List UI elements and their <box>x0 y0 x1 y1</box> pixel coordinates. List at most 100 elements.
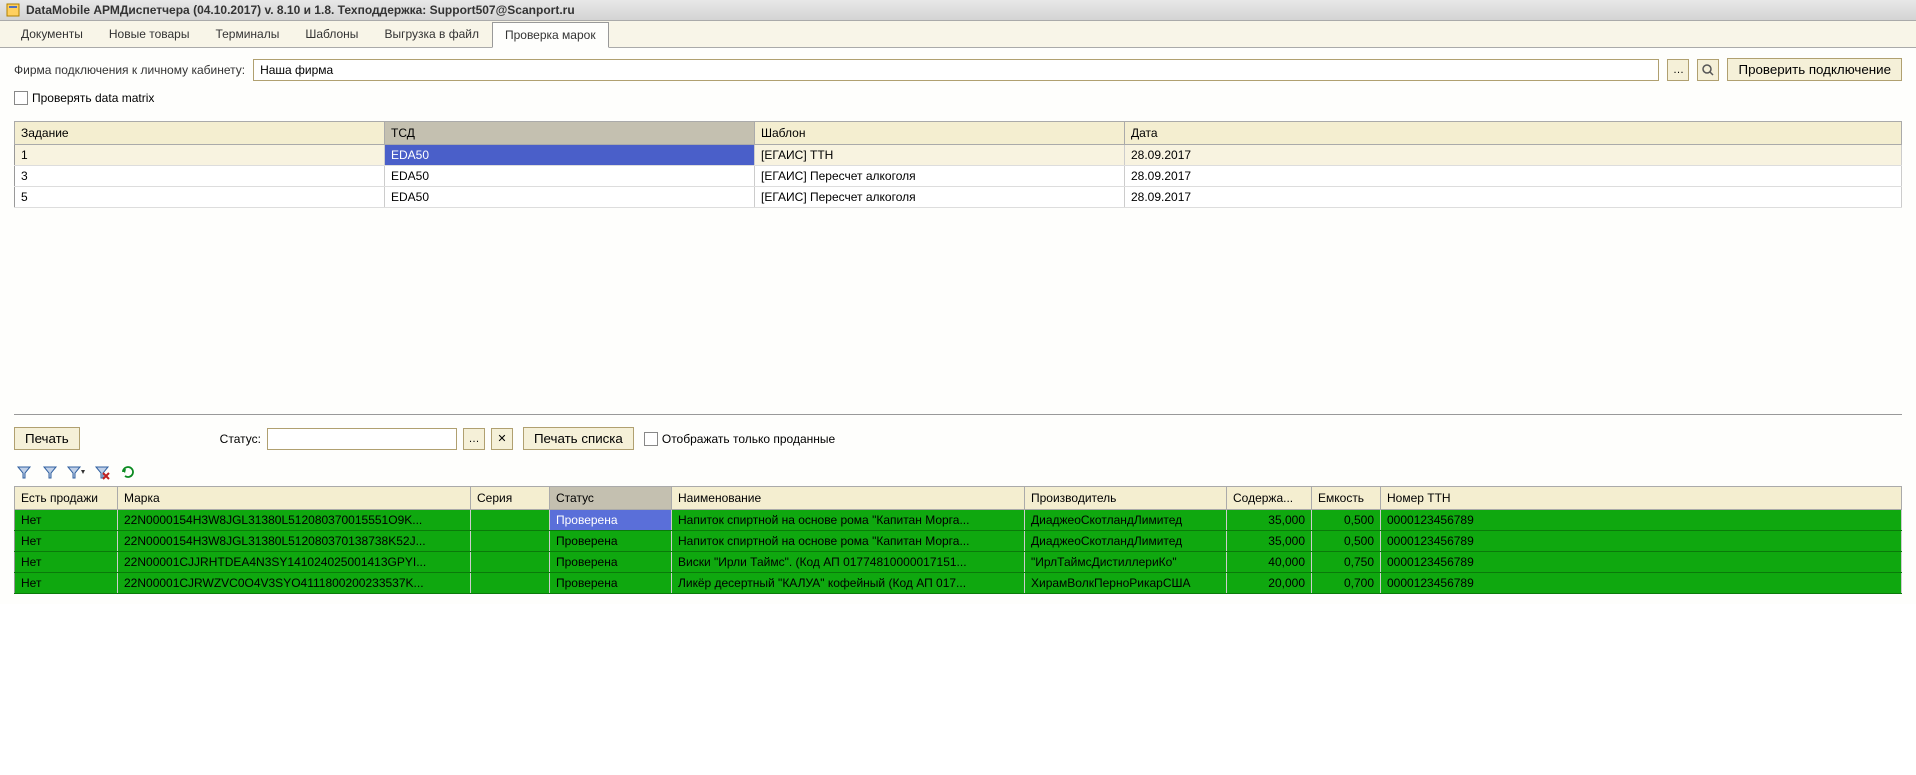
cell-capacity: 0,700 <box>1312 573 1381 594</box>
print-button[interactable]: Печать <box>14 427 80 450</box>
cell-task: 1 <box>15 145 385 166</box>
cell-series <box>471 510 550 531</box>
cell-mark: 22N00001CJRWZVC0O4V3SYO4111800200233537K… <box>118 573 471 594</box>
cell-date: 28.09.2017 <box>1125 166 1902 187</box>
col-header-series[interactable]: Серия <box>471 487 550 510</box>
cell-sold: Нет <box>15 552 118 573</box>
window-title: DataMobile АРМДиспетчера (04.10.2017) v.… <box>26 3 575 17</box>
cell-sold: Нет <box>15 510 118 531</box>
cell-tsd: EDA50 <box>385 166 755 187</box>
check-connection-button[interactable]: Проверить подключение <box>1727 58 1902 81</box>
cell-ttn: 0000123456789 <box>1381 510 1902 531</box>
firm-label: Фирма подключения к личному кабинету: <box>14 63 245 77</box>
cell-task: 5 <box>15 187 385 208</box>
cell-sold: Нет <box>15 573 118 594</box>
table-row[interactable]: 3 EDA50 [ЕГАИС] Пересчет алкоголя 28.09.… <box>15 166 1902 187</box>
col-header-ttn[interactable]: Номер ТТН <box>1381 487 1902 510</box>
cell-series <box>471 531 550 552</box>
table-header-row: Есть продажи Марка Серия Статус Наименов… <box>15 487 1902 510</box>
tab-documents[interactable]: Документы <box>8 21 96 47</box>
cell-series <box>471 552 550 573</box>
cell-producer: ДиаджеоСкотландЛимитед <box>1025 510 1227 531</box>
filter-icon[interactable] <box>40 462 60 482</box>
tab-bar: Документы Новые товары Терминалы Шаблоны… <box>0 21 1916 48</box>
cell-name: Виски "Ирли Таймс". (Код АП 017748100000… <box>672 552 1025 573</box>
firm-select-button[interactable]: … <box>1667 59 1689 81</box>
tasks-table-wrap: Задание ТСД Шаблон Дата 1 EDA50 [ЕГАИС] … <box>14 115 1902 415</box>
col-header-date[interactable]: Дата <box>1125 122 1902 145</box>
show-sold-label: Отображать только проданные <box>662 432 835 446</box>
tab-new-goods[interactable]: Новые товары <box>96 21 203 47</box>
table-row[interactable]: Нет 22N0000154H3W8JGL31380L5120803700155… <box>15 510 1902 531</box>
status-field: Статус: … ✕ <box>220 428 513 450</box>
status-clear-button[interactable]: ✕ <box>491 428 513 450</box>
firm-row: Фирма подключения к личному кабинету: … … <box>14 58 1902 81</box>
check-dm-row: Проверять data matrix <box>14 91 1902 105</box>
col-header-template[interactable]: Шаблон <box>755 122 1125 145</box>
table-row[interactable]: Нет 22N00001CJRWZVC0O4V3SYO4111800200233… <box>15 573 1902 594</box>
filter-clear-icon[interactable] <box>92 462 112 482</box>
cell-template: [ЕГАИС] Пересчет алкоголя <box>755 166 1125 187</box>
col-header-status[interactable]: Статус <box>550 487 672 510</box>
cell-capacity: 0,750 <box>1312 552 1381 573</box>
checkbox-icon <box>644 432 658 446</box>
cell-task: 3 <box>15 166 385 187</box>
status-input[interactable] <box>267 428 457 450</box>
app-icon <box>6 3 20 17</box>
col-header-task[interactable]: Задание <box>15 122 385 145</box>
cell-producer: ХирамВолкПерноРикарСША <box>1025 573 1227 594</box>
print-list-button[interactable]: Печать списка <box>523 427 634 450</box>
cell-ttn: 0000123456789 <box>1381 573 1902 594</box>
table-row[interactable]: 1 EDA50 [ЕГАИС] ТТН 28.09.2017 <box>15 145 1902 166</box>
filter-dropdown-icon[interactable] <box>66 462 86 482</box>
table-row[interactable]: Нет 22N00001CJJRHTDEA4N3SY14102402500141… <box>15 552 1902 573</box>
cell-mark: 22N0000154H3W8JGL31380L512080370138738K5… <box>118 531 471 552</box>
col-header-sold[interactable]: Есть продажи <box>15 487 118 510</box>
check-dm-checkbox[interactable]: Проверять data matrix <box>14 91 154 105</box>
cell-tsd: EDA50 <box>385 145 755 166</box>
col-header-mark[interactable]: Марка <box>118 487 471 510</box>
tab-content: Фирма подключения к личному кабинету: … … <box>0 48 1916 604</box>
check-dm-label: Проверять data matrix <box>32 91 154 105</box>
cell-name: Напиток спиртной на основе рома "Капитан… <box>672 510 1025 531</box>
cell-ttn: 0000123456789 <box>1381 552 1902 573</box>
refresh-icon[interactable] <box>118 462 138 482</box>
table-row[interactable]: Нет 22N0000154H3W8JGL31380L5120803701387… <box>15 531 1902 552</box>
tab-check-marks[interactable]: Проверка марок <box>492 22 609 48</box>
checkbox-icon <box>14 91 28 105</box>
cell-date: 28.09.2017 <box>1125 145 1902 166</box>
cell-status: Проверена <box>550 552 672 573</box>
cell-date: 28.09.2017 <box>1125 187 1902 208</box>
tab-templates[interactable]: Шаблоны <box>292 21 371 47</box>
col-header-capacity[interactable]: Емкость <box>1312 487 1381 510</box>
tab-terminals[interactable]: Терминалы <box>202 21 292 47</box>
cell-sold: Нет <box>15 531 118 552</box>
window-titlebar: DataMobile АРМДиспетчера (04.10.2017) v.… <box>0 0 1916 21</box>
firm-input[interactable] <box>253 59 1659 81</box>
cell-capacity: 0,500 <box>1312 510 1381 531</box>
filter-toolbar <box>14 462 1902 482</box>
tasks-table[interactable]: Задание ТСД Шаблон Дата 1 EDA50 [ЕГАИС] … <box>14 121 1902 208</box>
filter-icon[interactable] <box>14 462 34 482</box>
col-header-producer[interactable]: Производитель <box>1025 487 1227 510</box>
cell-content: 20,000 <box>1227 573 1312 594</box>
show-sold-checkbox[interactable]: Отображать только проданные <box>644 432 835 446</box>
cell-mark: 22N00001CJJRHTDEA4N3SY141024025001413GPY… <box>118 552 471 573</box>
cell-status: Проверена <box>550 510 672 531</box>
cell-status: Проверена <box>550 573 672 594</box>
col-header-tsd[interactable]: ТСД <box>385 122 755 145</box>
marks-table[interactable]: Есть продажи Марка Серия Статус Наименов… <box>14 486 1902 594</box>
cell-content: 35,000 <box>1227 510 1312 531</box>
col-header-content[interactable]: Содержа... <box>1227 487 1312 510</box>
status-label: Статус: <box>220 432 261 446</box>
tab-export[interactable]: Выгрузка в файл <box>371 21 492 47</box>
firm-search-button[interactable] <box>1697 59 1719 81</box>
status-select-button[interactable]: … <box>463 428 485 450</box>
cell-template: [ЕГАИС] Пересчет алкоголя <box>755 187 1125 208</box>
table-header-row: Задание ТСД Шаблон Дата <box>15 122 1902 145</box>
cell-producer: "ИрлТаймсДистиллериКо" <box>1025 552 1227 573</box>
cell-template: [ЕГАИС] ТТН <box>755 145 1125 166</box>
cell-producer: ДиаджеоСкотландЛимитед <box>1025 531 1227 552</box>
table-row[interactable]: 5 EDA50 [ЕГАИС] Пересчет алкоголя 28.09.… <box>15 187 1902 208</box>
col-header-name[interactable]: Наименование <box>672 487 1025 510</box>
